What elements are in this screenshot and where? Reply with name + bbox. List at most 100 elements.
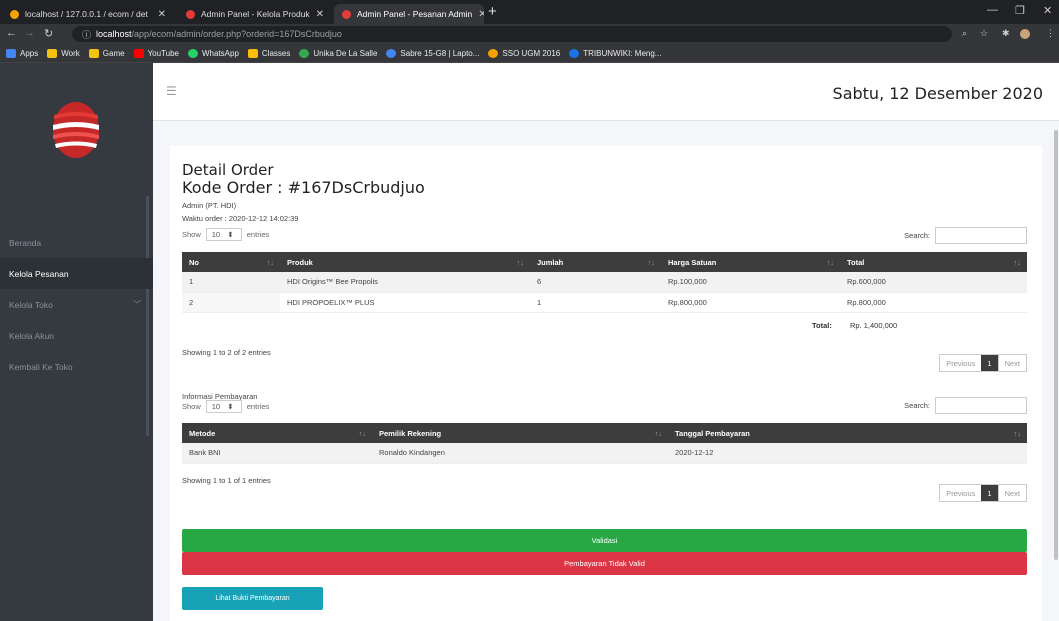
bookmark-sso-ugm[interactable]: SSO UGM 2016	[488, 48, 560, 58]
sidebar-item-kelola-pesanan[interactable]: Kelola Pesanan	[0, 258, 153, 289]
bookmark-youtube[interactable]: YouTube	[133, 48, 179, 58]
sort-icon: ↑↓	[266, 257, 275, 267]
order-time: Waktu order : 2020-12-12 14:02:39	[182, 214, 299, 223]
browser-tab-kelola-produk[interactable]: Admin Panel - Kelola Produk ✕	[178, 4, 332, 24]
pagination-next[interactable]: Next	[997, 485, 1026, 501]
pagination-page-1[interactable]: 1	[981, 485, 998, 501]
payment-search-input[interactable]	[935, 397, 1027, 414]
payment-table: Metode ↑↓ Pemilik Rekening ↑↓ Tanggal Pemb…	[182, 423, 1027, 464]
brand-logo-icon[interactable]	[52, 101, 100, 159]
browser-tab-pesanan-admin[interactable]: Admin Panel - Pesanan Admin ✕	[334, 4, 484, 24]
bookmark-whatsapp[interactable]: WhatsApp	[188, 48, 239, 58]
whatsapp-icon	[188, 48, 198, 58]
pagination-page-1[interactable]: 1	[981, 355, 998, 371]
bookmark-game[interactable]: Game	[88, 48, 125, 58]
column-header-harga-satuan[interactable]: Harga Satuan ↑↓	[661, 252, 840, 272]
menu-icon[interactable]: ⋮	[1046, 28, 1055, 39]
pagination-previous[interactable]: Previous	[940, 355, 981, 371]
column-header-pemilik-rekening[interactable]: Pemilik Rekening ↑↓	[372, 423, 668, 443]
url-field[interactable]: ⓘ localhost/app/ecom/admin/order.php?ord…	[72, 26, 952, 42]
sidebar-item-kelola-akun[interactable]: Kelola Akun	[0, 320, 153, 351]
view-payment-proof-button[interactable]: Lihat Bukti Pembayaran	[182, 587, 323, 610]
table-row: 2 HDI PROPOELIX™ PLUS 1 Rp.800,000 Rp.80…	[182, 292, 1027, 313]
forward-icon[interactable]: →	[24, 27, 35, 39]
avatar[interactable]	[1020, 29, 1030, 39]
column-header-metode[interactable]: Metode ↑↓	[182, 423, 372, 443]
sidebar-item-kelola-toko[interactable]: Kelola Toko ﹀	[0, 289, 153, 320]
column-header-no[interactable]: No ↑↓	[182, 252, 280, 272]
sort-icon: ↑↓	[654, 428, 663, 438]
bookmarks-bar: Apps Work Game YouTube WhatsApp Classes …	[0, 44, 1059, 63]
column-header-tanggal-pembayaran[interactable]: Tanggal Pembayaran ↑↓	[668, 423, 1027, 443]
info-icon: ⓘ	[82, 29, 92, 40]
sort-icon: ↑↓	[358, 428, 367, 438]
browser-tab-phpmyadmin[interactable]: localhost / 127.0.0.1 / ecom / det ✕	[2, 4, 174, 24]
order-code: Kode Order : #167DsCrbudjuo	[182, 178, 425, 197]
bookmark-sabre[interactable]: Sabre 15-G8 | Lapto...	[386, 48, 479, 58]
youtube-icon	[133, 48, 144, 58]
table-row: 1 HDI Origins™ Bee Propolis 6 Rp.100,000…	[182, 272, 1027, 293]
sort-icon: ↑↓	[826, 257, 835, 267]
sidebar: Beranda Kelola Pesanan Kelola Toko ﹀ Kelo…	[0, 63, 153, 621]
pagination-next[interactable]: Next	[997, 355, 1026, 371]
apps-grid-icon	[6, 48, 16, 58]
bookmark-classes[interactable]: Classes	[247, 48, 290, 58]
bookmark-apps[interactable]: Apps	[6, 48, 38, 58]
bookmark-unika[interactable]: Unika De La Salle	[299, 48, 377, 58]
sidebar-item-beranda[interactable]: Beranda	[0, 227, 153, 258]
tribun-icon	[569, 48, 580, 58]
close-tab-icon[interactable]: ✕	[472, 9, 484, 20]
minimize-icon[interactable]: —	[987, 4, 998, 16]
total-label: Total:	[812, 321, 832, 330]
maximize-icon[interactable]: ❐	[1015, 4, 1025, 17]
page-scrollbar[interactable]	[1054, 130, 1058, 560]
sort-icon: ↑↓	[1013, 428, 1022, 438]
reload-icon[interactable]: ↻	[44, 27, 53, 40]
invalid-payment-button[interactable]: Pembayaran Tidak Valid	[182, 552, 1027, 575]
column-header-produk[interactable]: Produk ↑↓	[280, 252, 530, 272]
table-row: Bank BNI Ronaldo Kindangen 2020-12-12	[182, 443, 1027, 464]
order-items-table: No ↑↓ Produk ↑↓ Jumlah ↑↓ Harga Satuan ↑↓ To…	[182, 252, 1027, 313]
folder-icon	[47, 48, 58, 58]
sort-icon: ↑↓	[516, 257, 525, 267]
site-favicon-icon	[342, 9, 351, 19]
star-icon[interactable]: ☆	[980, 28, 988, 39]
zoom-icon[interactable]: ⌕	[962, 28, 967, 39]
pagination-previous[interactable]: Previous	[940, 485, 981, 501]
payment-page-size-control: Show 10 ⬍ entries	[182, 400, 270, 413]
table-info: Showing 1 to 2 of 2 entries	[182, 348, 271, 357]
admin-label: Admin (PT. HDI)	[182, 201, 237, 210]
bookmark-work[interactable]: Work	[47, 48, 80, 58]
column-header-jumlah[interactable]: Jumlah ↑↓	[530, 252, 661, 272]
column-header-total[interactable]: Total ↑↓	[840, 252, 1027, 272]
window-close-icon[interactable]: ✕	[1043, 4, 1052, 17]
hamburger-menu-icon[interactable]: ☰	[166, 84, 177, 98]
bookmark-tribunwiki[interactable]: TRIBUNWIKI: Meng...	[569, 48, 661, 58]
payment-search: Search:	[904, 397, 1027, 414]
browser-tab-bar: localhost / 127.0.0.1 / ecom / det ✕ Adm…	[0, 0, 1059, 24]
payment-pagination: Previous 1 Next	[939, 484, 1027, 502]
extensions-icon[interactable]: ✱	[1002, 28, 1010, 39]
top-header: ☰ Sabtu, 12 Desember 2020	[153, 63, 1059, 121]
table-search: Search:	[904, 227, 1027, 244]
back-icon[interactable]: ←	[6, 27, 17, 39]
search-input[interactable]	[935, 227, 1027, 244]
validate-button[interactable]: Validasi	[182, 529, 1027, 552]
sort-icon: ↑↓	[647, 257, 656, 267]
phpmyadmin-icon	[10, 9, 19, 19]
total-value: Rp. 1,400,000	[850, 321, 898, 330]
new-tab-button[interactable]: +	[488, 4, 497, 20]
sidebar-nav: Beranda Kelola Pesanan Kelola Toko ﹀ Kelo…	[0, 227, 153, 382]
close-tab-icon[interactable]: ✕	[310, 9, 324, 20]
close-tab-icon[interactable]: ✕	[152, 9, 166, 20]
sort-icon: ↑↓	[1013, 257, 1022, 267]
folder-icon	[88, 48, 99, 58]
sidebar-item-kembali-ke-toko[interactable]: Kembali Ke Toko	[0, 351, 153, 382]
select-arrow-icon: ⬍	[227, 402, 234, 411]
page-size-select[interactable]: 10 ⬍	[205, 228, 242, 241]
pagination: Previous 1 Next	[939, 354, 1027, 372]
select-arrow-icon: ⬍	[227, 230, 234, 239]
payment-page-size-select[interactable]: 10 ⬍	[205, 400, 242, 413]
page-size-control: Show 10 ⬍ entries	[182, 228, 270, 241]
chevron-down-icon: ﹀	[133, 300, 141, 309]
